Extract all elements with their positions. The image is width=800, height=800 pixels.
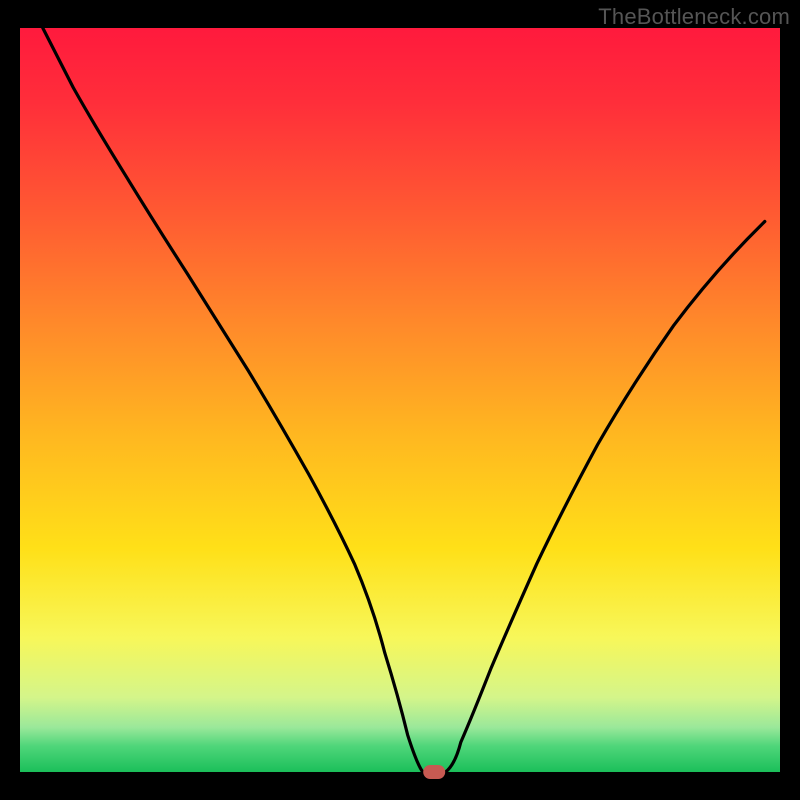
chart-container: TheBottleneck.com xyxy=(0,0,800,800)
plot-background xyxy=(20,28,780,772)
watermark-text: TheBottleneck.com xyxy=(598,4,790,30)
optimal-marker xyxy=(423,765,445,779)
bottleneck-chart xyxy=(0,0,800,800)
